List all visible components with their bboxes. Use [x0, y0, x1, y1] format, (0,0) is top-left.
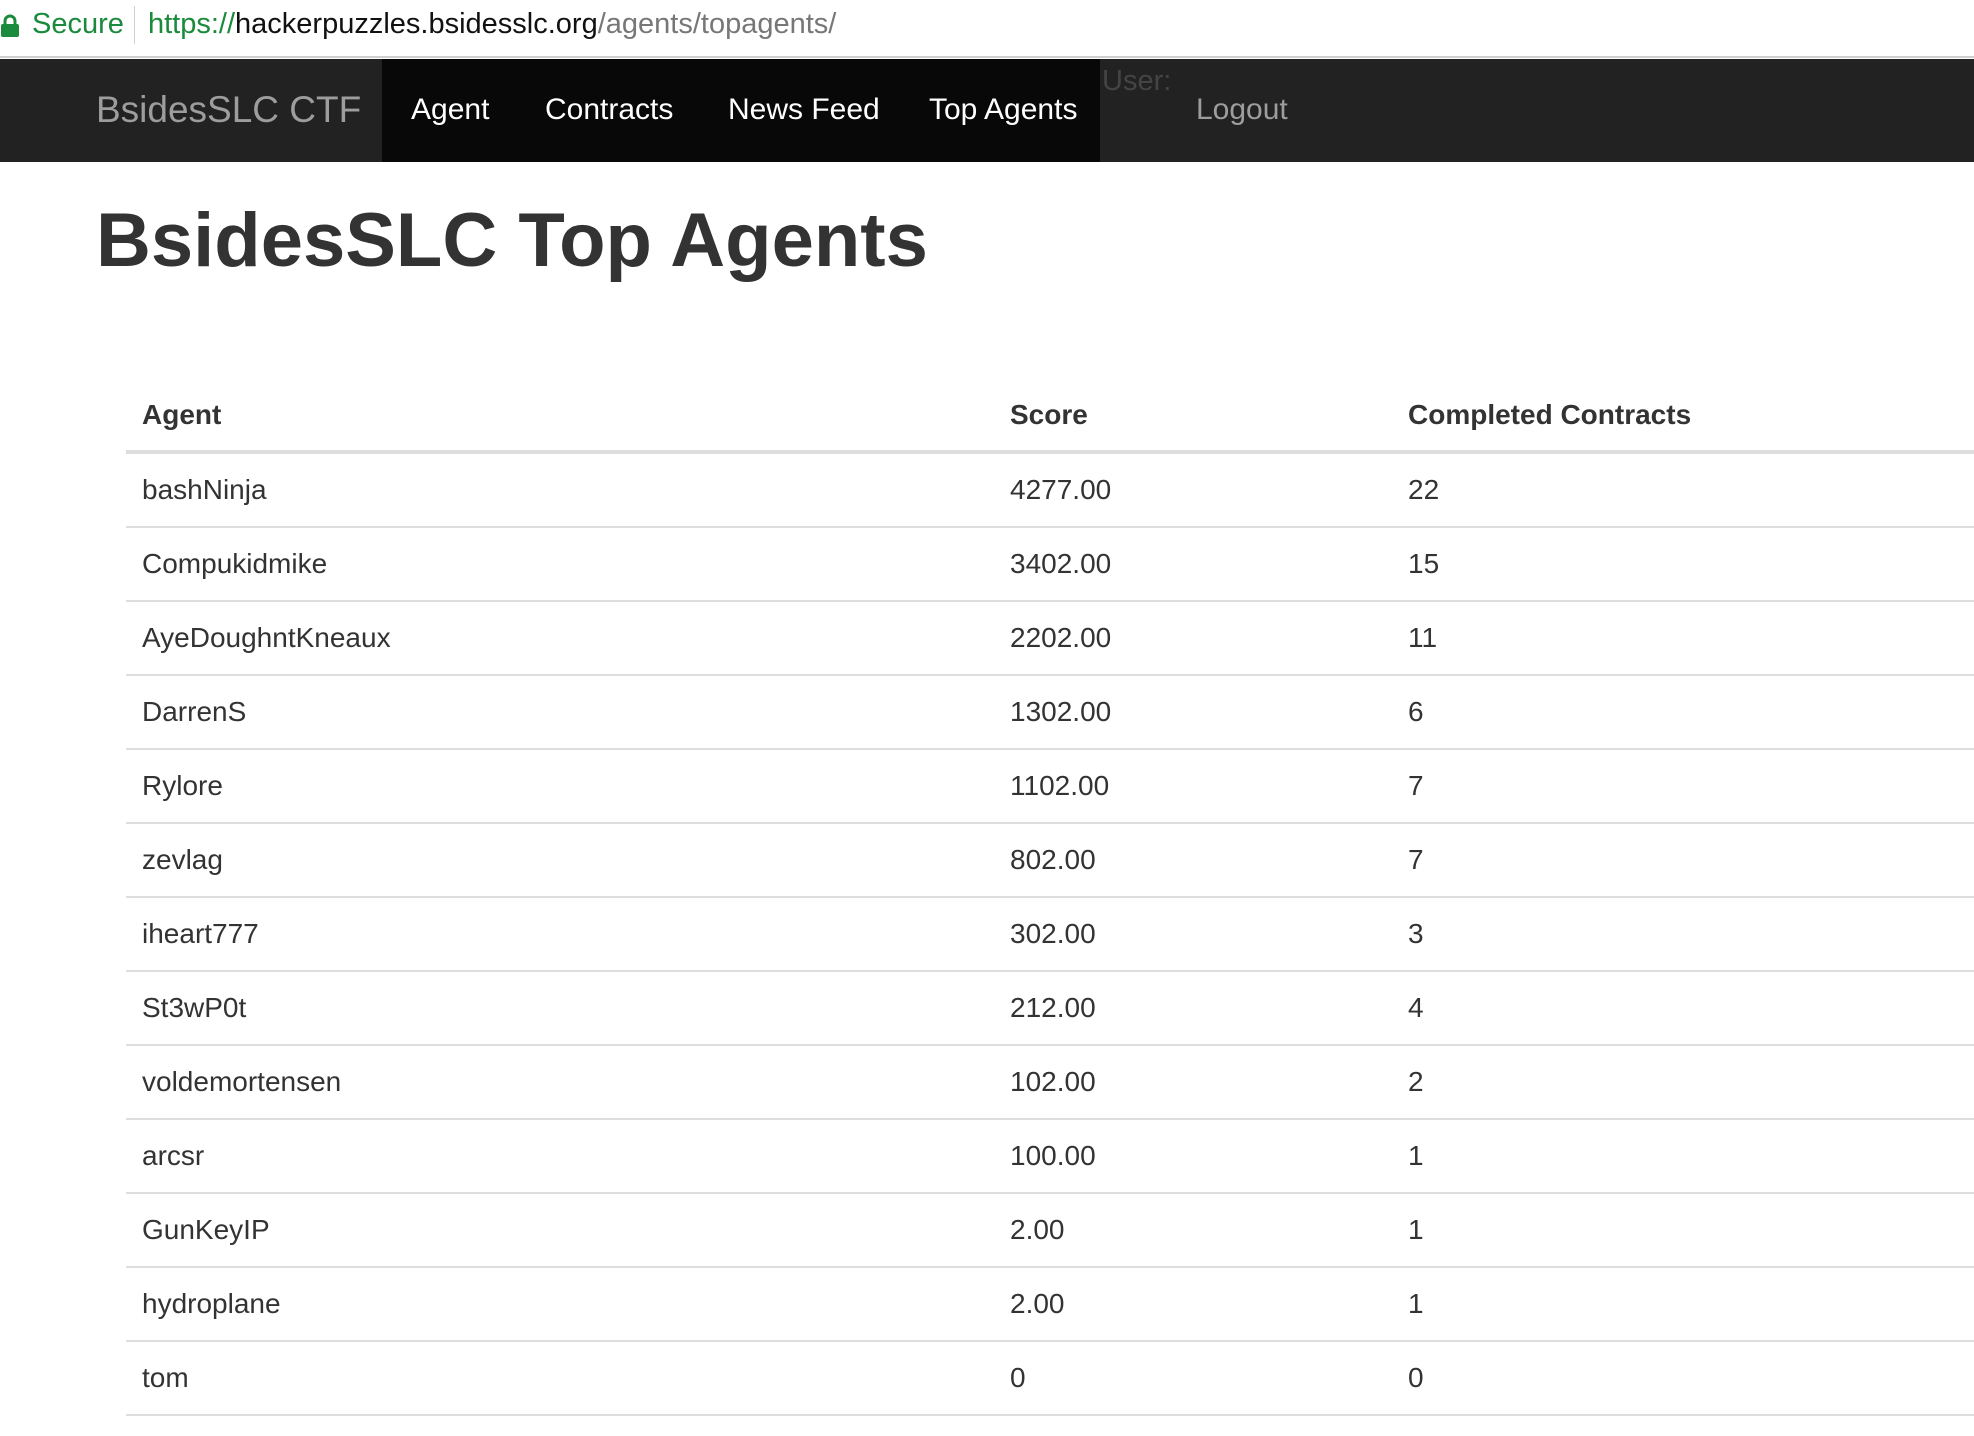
nav-news-feed[interactable]: News Feed	[728, 90, 880, 130]
cell-agent: AyeDoughntKneaux	[126, 601, 994, 676]
url-scheme: https://	[148, 8, 236, 40]
cell-agent: DarrenS	[126, 675, 994, 750]
header-agent: Agent	[126, 380, 994, 454]
cell-contracts: 22	[1392, 452, 1974, 528]
url-path: /agents/topagents/	[597, 8, 837, 40]
table-row: voldemortensen 102.00 2	[126, 1045, 1974, 1120]
cell-score: 4277.00	[994, 452, 1392, 528]
address-bar[interactable]: Secure https://hackerpuzzles.bsidesslc.o…	[0, 0, 1974, 58]
cell-score: 302.00	[994, 897, 1392, 972]
cell-score: 0	[994, 1341, 1392, 1416]
cell-agent: Compukidmike	[126, 527, 994, 602]
table-row: St3wP0t 212.00 4	[126, 971, 1974, 1046]
cell-agent: Rylore	[126, 749, 994, 824]
cell-score: 212.00	[994, 971, 1392, 1046]
cell-agent: hydroplane	[126, 1267, 994, 1342]
navbar: BsidesSLC CTF Agent Contracts News Feed …	[0, 59, 1974, 162]
cell-contracts: 0	[1392, 1341, 1974, 1416]
cell-agent: GunKeyIP	[126, 1193, 994, 1268]
nav-top-agents[interactable]: Top Agents	[929, 90, 1077, 130]
cell-contracts: 7	[1392, 823, 1974, 898]
cell-contracts: 11	[1392, 601, 1974, 676]
cell-agent: voldemortensen	[126, 1045, 994, 1120]
table-row: zevlag 802.00 7	[126, 823, 1974, 898]
table-row: iheart777 302.00 3	[126, 897, 1974, 972]
cell-score: 2.00	[994, 1267, 1392, 1342]
cell-score: 100.00	[994, 1119, 1392, 1194]
cell-agent: bashNinja	[126, 452, 994, 528]
cell-score: 1302.00	[994, 675, 1392, 750]
table-row: GunKeyIP 2.00 1	[126, 1193, 1974, 1268]
secure-label: Secure	[32, 8, 124, 40]
table-row: hydroplane 2.00 1	[126, 1267, 1974, 1342]
cell-contracts: 15	[1392, 527, 1974, 602]
table-row: AyeDoughntKneaux 2202.00 11	[126, 601, 1974, 676]
nav-menu: Agent Contracts News Feed Top Agents	[382, 59, 1100, 162]
table-row: tom 0 0	[126, 1341, 1974, 1416]
cell-score: 2.00	[994, 1193, 1392, 1268]
nav-contracts[interactable]: Contracts	[545, 90, 673, 130]
header-score: Score	[994, 380, 1392, 454]
cell-score: 802.00	[994, 823, 1392, 898]
cell-score: 1102.00	[994, 749, 1392, 824]
cell-contracts: 7	[1392, 749, 1974, 824]
table-header-row: Agent Score Completed Contracts	[126, 380, 1974, 454]
table-row: bashNinja 4277.00 22	[126, 452, 1974, 528]
brand-link[interactable]: BsidesSLC CTF	[96, 88, 361, 132]
cell-agent: St3wP0t	[126, 971, 994, 1046]
cell-agent: zevlag	[126, 823, 994, 898]
cell-contracts: 6	[1392, 675, 1974, 750]
cell-agent: tom	[126, 1341, 994, 1416]
lock-icon	[1, 14, 19, 37]
cell-agent: iheart777	[126, 897, 994, 972]
cell-score: 3402.00	[994, 527, 1392, 602]
cell-contracts: 1	[1392, 1267, 1974, 1342]
user-label: User:	[1102, 65, 1172, 97]
brand-block: BsidesSLC CTF	[0, 59, 382, 162]
table-row: Rylore 1102.00 7	[126, 749, 1974, 824]
cell-agent: arcsr	[126, 1119, 994, 1194]
address-divider	[134, 6, 135, 44]
table-row: arcsr 100.00 1	[126, 1119, 1974, 1194]
cell-contracts: 3	[1392, 897, 1974, 972]
top-agents-table: Agent Score Completed Contracts bashNinj…	[126, 380, 1974, 1416]
cell-contracts: 4	[1392, 971, 1974, 1046]
cell-contracts: 1	[1392, 1193, 1974, 1268]
header-completed-contracts: Completed Contracts	[1392, 380, 1974, 454]
cell-score: 102.00	[994, 1045, 1392, 1120]
url-host: hackerpuzzles.bsidesslc.org	[235, 8, 598, 40]
cell-score: 2202.00	[994, 601, 1392, 676]
table-row: Compukidmike 3402.00 15	[126, 527, 1974, 602]
nav-agent[interactable]: Agent	[411, 90, 489, 130]
page-title: BsidesSLC Top Agents	[96, 198, 928, 283]
url-text[interactable]: https://hackerpuzzles.bsidesslc.org/agen…	[148, 6, 836, 42]
table-row: DarrenS 1302.00 6	[126, 675, 1974, 750]
cell-contracts: 1	[1392, 1119, 1974, 1194]
cell-contracts: 2	[1392, 1045, 1974, 1120]
logout-link[interactable]: Logout	[1196, 90, 1288, 130]
